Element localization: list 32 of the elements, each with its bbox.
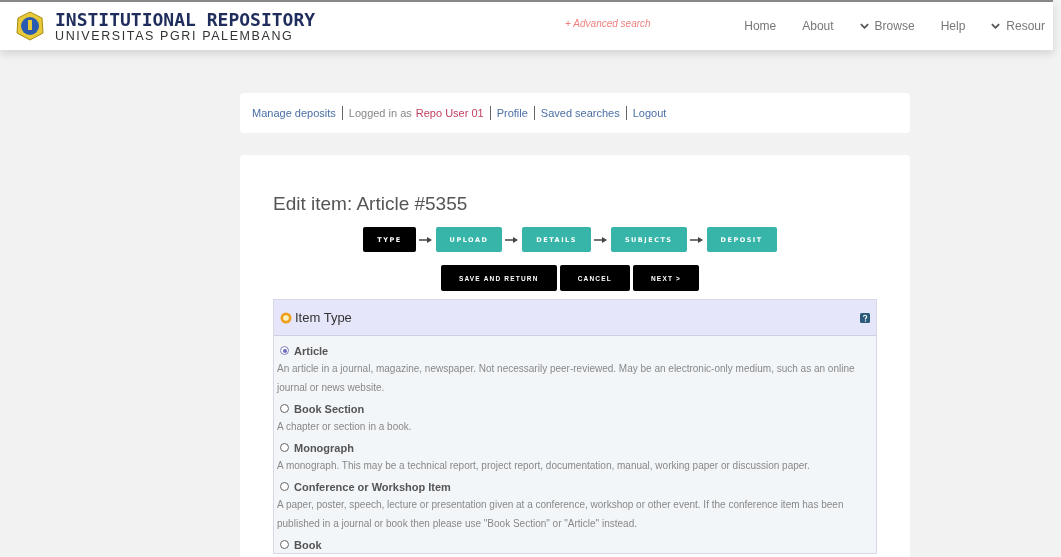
option-description: A paper, poster, speech, lecture or presentation given at a conference, workshop or other event. If the conference item has been published in a journal or book then please use "Book Section" or "Article" instead.	[277, 498, 845, 531]
item-type-radio[interactable]: Monograph	[277, 439, 354, 456]
user-name-link[interactable]: Repo User 01	[415, 107, 484, 119]
arrow-icon	[418, 235, 433, 244]
arrow-icon	[505, 235, 520, 244]
logged-in-label: Logged in as	[348, 107, 412, 119]
user-menu-link[interactable]: Logout	[632, 107, 667, 119]
item-type-radio[interactable]: Article	[277, 342, 329, 359]
manage-deposits-link[interactable]: Manage deposits	[252, 107, 336, 119]
arrow-icon	[689, 235, 704, 244]
item-type-radio[interactable]: Book Section	[277, 400, 365, 417]
option-description: A monograph. This may be a technical report, project report, documentation, manual, working paper or discussion paper.	[277, 459, 811, 473]
user-menu-link[interactable]: Saved searches	[540, 107, 620, 119]
chevron-down-icon	[991, 23, 1001, 29]
nav-link[interactable]: Browse	[859, 19, 915, 33]
page-title: Edit item: Article #5355	[273, 193, 469, 215]
site-title[interactable]: INSTITUTIONAL REPOSITORY	[55, 9, 316, 29]
item-type-radio[interactable]: Book	[277, 536, 322, 553]
nav-link[interactable]: Resour	[991, 19, 1045, 33]
arrow-icon	[593, 235, 608, 244]
nav-link[interactable]: About	[802, 19, 834, 33]
site-subtitle: UNIVERSITAS PGRI PALEMBANG	[55, 28, 295, 43]
option-description: An article in a journal, magazine, newspaper. Not necessarily peer-reviewed. May be an electronic-only medium, such as an online journal or news website.	[277, 362, 856, 395]
item-type-radio[interactable]: Conference or Workshop Item	[277, 478, 451, 495]
nav-link[interactable]: Help	[940, 19, 966, 33]
nav-link[interactable]: Home	[744, 19, 777, 33]
chevron-down-icon	[859, 23, 869, 29]
option-description: A chapter or section in a book.	[277, 420, 413, 434]
help-icon[interactable]	[860, 312, 870, 323]
user-menu-link[interactable]: Profile	[496, 107, 528, 119]
university-emblem-icon	[15, 11, 45, 41]
panel-title: Item Type	[295, 310, 352, 325]
